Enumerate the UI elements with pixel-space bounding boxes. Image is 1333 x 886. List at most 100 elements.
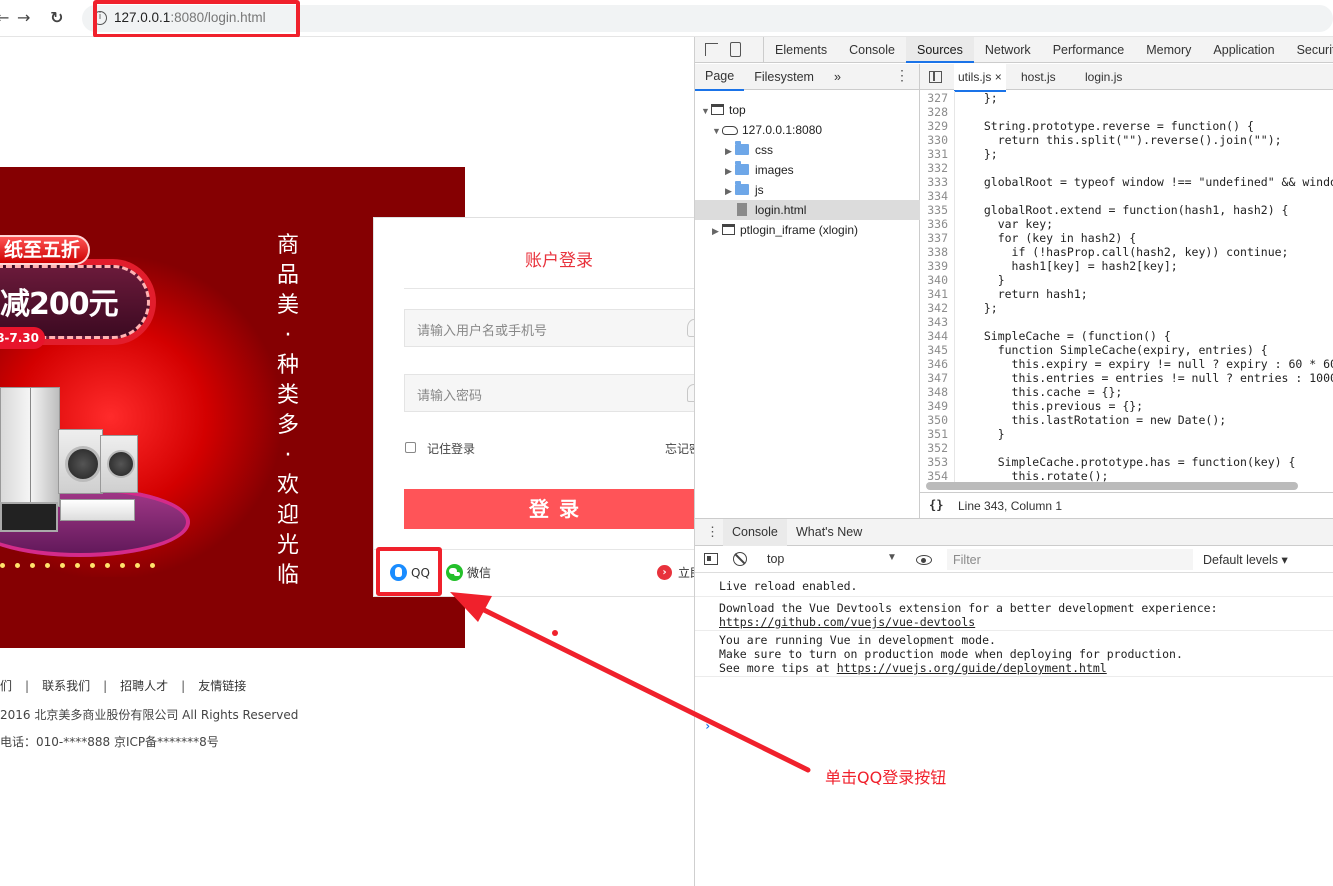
tree-item-top[interactable]: ▼ top	[695, 100, 920, 120]
tab-application[interactable]: Application	[1202, 37, 1285, 63]
line-number[interactable]: 333	[920, 175, 948, 189]
line-number[interactable]: 351	[920, 427, 948, 441]
forgot-password-link[interactable]: 忘记密码	[665, 440, 694, 457]
line-number[interactable]: 346	[920, 357, 948, 371]
arrow-right-icon: ›	[657, 565, 672, 580]
eye-icon[interactable]	[916, 555, 932, 565]
folder-icon	[735, 141, 749, 155]
code-text: SimpleCache.prototype.has = function(key…	[970, 455, 1296, 469]
code-line: 353 SimpleCache.prototype.has = function…	[920, 455, 1295, 469]
console-link[interactable]: https://vuejs.org/guide/deployment.html	[837, 661, 1107, 675]
line-number[interactable]: 332	[920, 161, 948, 175]
code-text: for (key in hash2) {	[970, 231, 1137, 245]
password-field[interactable]: 请输入密码	[404, 374, 694, 412]
tree-item-css[interactable]: ▶ css	[695, 140, 920, 160]
kebab-menu-icon[interactable]: ⋮	[895, 67, 909, 84]
line-number[interactable]: 347	[920, 371, 948, 385]
code-text: }	[970, 427, 1005, 441]
tree-item-host[interactable]: ▼ 127.0.0.1:8080	[695, 120, 920, 140]
tab-console[interactable]: Console	[838, 37, 906, 63]
back-icon[interactable]: ←	[0, 8, 9, 27]
context-selector[interactable]: top	[767, 552, 784, 566]
line-number[interactable]: 334	[920, 189, 948, 203]
login-button[interactable]: 登录	[404, 489, 694, 529]
line-number[interactable]: 328	[920, 105, 948, 119]
line-number[interactable]: 340	[920, 273, 948, 287]
tab-filesystem[interactable]: Filesystem	[744, 64, 824, 90]
line-number[interactable]: 329	[920, 119, 948, 133]
pretty-print-icon[interactable]: {}	[929, 498, 943, 512]
lock-icon	[687, 384, 694, 402]
line-number[interactable]: 353	[920, 455, 948, 469]
device-toggle-icon[interactable]	[730, 42, 741, 57]
kebab-menu-icon[interactable]: ⋮	[706, 524, 719, 540]
line-number[interactable]: 341	[920, 287, 948, 301]
forward-icon[interactable]: →	[17, 8, 30, 27]
line-number[interactable]: 331	[920, 147, 948, 161]
line-number[interactable]: 345	[920, 343, 948, 357]
drawer-tab-whats-new[interactable]: What's New	[796, 519, 862, 546]
clear-console-icon[interactable]	[733, 552, 747, 566]
line-number[interactable]: 337	[920, 231, 948, 245]
editor-tab-login[interactable]: login.js	[1085, 64, 1122, 90]
drawer-tabs: ⋮ Console What's New	[695, 519, 1333, 548]
code-line: 347 this.entries = entries != null ? ent…	[920, 371, 1333, 385]
horizontal-scrollbar[interactable]	[926, 482, 1298, 490]
wechat-login-link[interactable]: 微信	[446, 564, 491, 581]
line-number[interactable]: 348	[920, 385, 948, 399]
toggle-navigator-icon[interactable]	[929, 71, 942, 83]
more-tabs-icon[interactable]: »	[824, 64, 851, 90]
footer-link-friends[interactable]: 友情链接	[198, 677, 246, 694]
line-number[interactable]: 342	[920, 301, 948, 315]
line-number[interactable]: 350	[920, 413, 948, 427]
line-number[interactable]: 336	[920, 217, 948, 231]
line-number[interactable]: 327	[920, 91, 948, 105]
line-number[interactable]: 354	[920, 469, 948, 483]
code-area[interactable]: 327 }; 328 329 String.prototype.reverse = …	[920, 91, 1333, 484]
line-number[interactable]: 344	[920, 329, 948, 343]
drawer-tab-console[interactable]: Console	[723, 519, 787, 548]
tree-item-images[interactable]: ▶ images	[695, 160, 920, 180]
inspect-icon[interactable]	[705, 43, 718, 56]
username-field[interactable]: 请输入用户名或手机号	[404, 309, 694, 347]
footer-link[interactable]: 们	[0, 677, 12, 694]
register-link[interactable]: › 立即注册	[657, 564, 694, 581]
code-line: 336 var key;	[920, 217, 1053, 231]
console-filter-input[interactable]	[947, 549, 1193, 570]
close-icon[interactable]: ×	[995, 70, 1002, 84]
tree-item-login-html[interactable]: login.html	[695, 200, 920, 220]
url-highlight-box	[93, 0, 300, 38]
line-number[interactable]: 338	[920, 245, 948, 259]
remember-checkbox[interactable]	[405, 442, 416, 453]
log-levels-dropdown[interactable]: Default levels ▾	[1203, 552, 1288, 567]
editor-tab-utils[interactable]: utils.js ×	[954, 64, 1006, 92]
line-number[interactable]: 330	[920, 133, 948, 147]
footer-link-jobs[interactable]: 招聘人才	[120, 677, 168, 694]
tab-network[interactable]: Network	[974, 37, 1042, 63]
tab-elements[interactable]: Elements	[764, 37, 838, 63]
console-prompt[interactable]: ›	[704, 719, 711, 733]
chevron-down-icon[interactable]: ▼	[887, 552, 897, 563]
console-sidebar-icon[interactable]	[704, 553, 718, 565]
tree-item-js[interactable]: ▶ js	[695, 180, 920, 200]
remember-label[interactable]: 记住登录	[427, 440, 475, 457]
username-placeholder: 请输入用户名或手机号	[417, 324, 548, 339]
tab-memory[interactable]: Memory	[1135, 37, 1202, 63]
tab-sources[interactable]: Sources	[905, 37, 974, 63]
line-number[interactable]: 335	[920, 203, 948, 217]
line-number[interactable]: 339	[920, 259, 948, 273]
line-number[interactable]: 349	[920, 399, 948, 413]
line-number[interactable]: 352	[920, 441, 948, 455]
tree-item-iframe[interactable]: ▶ ptlogin_iframe (xlogin)	[695, 220, 920, 240]
console-link[interactable]: https://github.com/vuejs/vue-devtools	[719, 615, 975, 629]
footer-contact: 电话：010-****888 京ICP备*******8号	[0, 735, 219, 749]
line-number[interactable]: 343	[920, 315, 948, 329]
reload-icon[interactable]: ↻	[50, 8, 63, 27]
tab-performance[interactable]: Performance	[1042, 37, 1136, 63]
tab-page[interactable]: Page	[695, 63, 745, 91]
code-line: 348 this.cache = {};	[920, 385, 1122, 399]
footer-link-contact[interactable]: 联系我们	[42, 677, 90, 694]
footer-links: 们 | 联系我们 | 招聘人才 | 友情链接	[0, 677, 247, 694]
tab-security[interactable]: Security	[1286, 37, 1333, 63]
editor-tab-host[interactable]: host.js	[1021, 64, 1056, 90]
